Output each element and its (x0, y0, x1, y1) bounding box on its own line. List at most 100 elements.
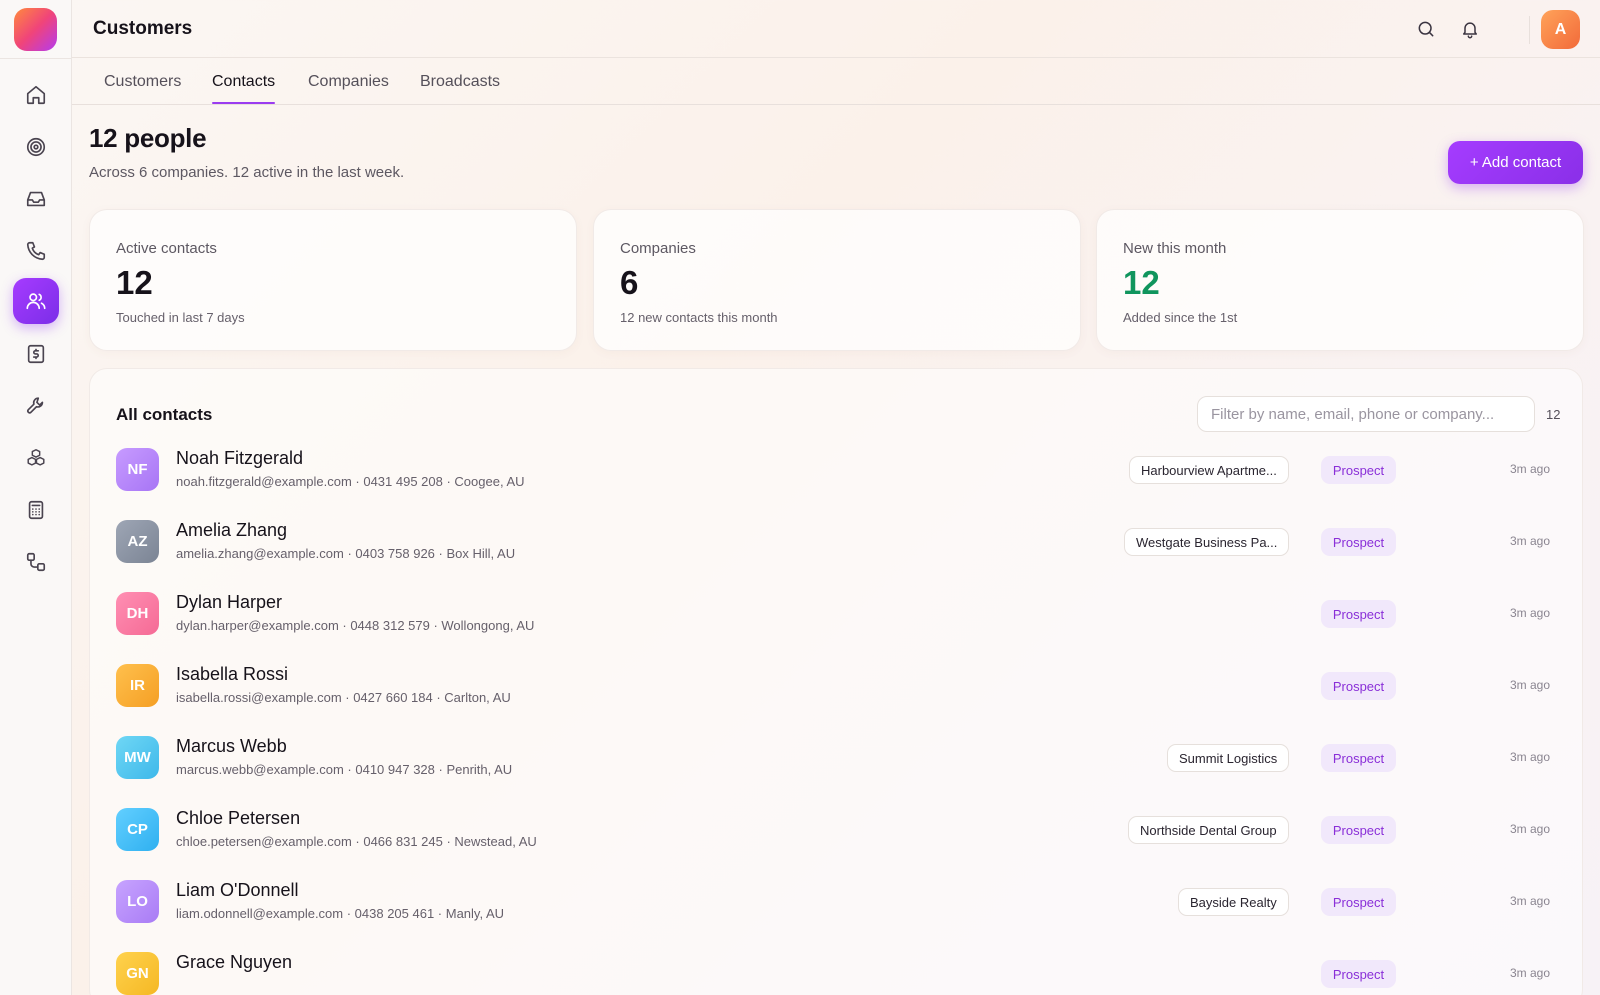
sidebar-divider (0, 58, 72, 59)
bell-icon (1463, 22, 1477, 39)
target-icon (26, 137, 46, 157)
stat-label: Active contacts (116, 240, 217, 257)
contact-row[interactable]: LO Liam O'Donnell liam.odonnell@example.… (90, 866, 1584, 938)
stat-label: Companies (620, 240, 696, 257)
contact-row[interactable]: AZ Amelia Zhang amelia.zhang@example.com… (90, 506, 1584, 578)
search-button[interactable] (1415, 18, 1437, 40)
workflow-icon (26, 552, 46, 572)
company-chip[interactable]: Northside Dental Group (1128, 816, 1289, 844)
tab-companies[interactable]: Companies (308, 73, 389, 104)
stat-value: 12 (116, 264, 153, 301)
contacts-list-card: All contacts 12 NF Noah Fitzgerald noah.… (89, 368, 1583, 995)
sidebar-item-inbox[interactable] (13, 176, 59, 222)
contacts-count: 12 (1546, 407, 1561, 422)
contact-name[interactable]: Dylan Harper (176, 592, 282, 613)
stat-card-new-this-month: New this month 12 Added since the 1st (1096, 209, 1584, 351)
sidebar-item-tools[interactable] (13, 383, 59, 429)
contact-details: liam.odonnell@example.com · 0438 205 461… (176, 906, 505, 921)
last-activity-time: 3m ago (1509, 894, 1550, 908)
stat-note: Touched in last 7 days (116, 310, 245, 325)
home-icon (26, 85, 46, 105)
tab-customers[interactable]: Customers (104, 73, 181, 104)
contact-name[interactable]: Marcus Webb (176, 736, 287, 757)
contact-avatar: CP (116, 808, 159, 851)
notifications-button[interactable] (1459, 18, 1481, 40)
sidebar-item-calls[interactable] (13, 228, 59, 274)
list-title: All contacts (116, 405, 213, 424)
sidebar (0, 0, 72, 995)
calculator-icon (28, 500, 44, 520)
contact-name[interactable]: Noah Fitzgerald (176, 448, 303, 469)
app-logo[interactable] (14, 8, 57, 51)
status-badge: Prospect (1321, 816, 1396, 844)
last-activity-time: 3m ago (1509, 462, 1550, 476)
contact-row[interactable]: GN Grace Nguyen Prospect 3m ago (90, 938, 1584, 995)
company-chip[interactable]: Summit Logistics (1167, 744, 1290, 772)
sidebar-item-contacts[interactable] (13, 278, 59, 324)
status-badge: Prospect (1321, 528, 1396, 556)
contact-details: amelia.zhang@example.com · 0403 758 926 … (176, 546, 516, 561)
tab-contacts[interactable]: Contacts (212, 73, 276, 104)
company-chip[interactable]: Westgate Business Pa... (1124, 528, 1290, 556)
contact-row[interactable]: IR Isabella Rossi isabella.rossi@example… (90, 650, 1584, 722)
status-badge: Prospect (1321, 456, 1396, 484)
status-badge: Prospect (1321, 888, 1396, 916)
stat-label: New this month (1123, 240, 1227, 257)
status-badge: Prospect (1321, 672, 1396, 700)
contact-name[interactable]: Liam O'Donnell (176, 880, 299, 901)
status-badge: Prospect (1321, 600, 1396, 628)
last-activity-time: 3m ago (1509, 534, 1550, 548)
contact-avatar: AZ (116, 520, 159, 563)
contact-avatar: GN (116, 952, 159, 995)
company-chip[interactable]: Bayside Realty (1178, 888, 1289, 916)
invoice-icon (27, 344, 45, 364)
page-headline: 12 people (89, 123, 207, 153)
contact-row[interactable]: MW Marcus Webb marcus.webb@example.com ·… (90, 722, 1584, 794)
last-activity-time: 3m ago (1509, 966, 1550, 980)
contact-details: dylan.harper@example.com · 0448 312 579 … (176, 618, 535, 633)
contact-details: isabella.rossi@example.com · 0427 660 18… (176, 690, 511, 705)
contact-details: marcus.webb@example.com · 0410 947 328 ·… (176, 762, 513, 777)
status-badge: Prospect (1321, 744, 1396, 772)
status-badge: Prospect (1321, 960, 1396, 988)
search-icon (1418, 21, 1434, 37)
contact-avatar: MW (116, 736, 159, 779)
stat-card-active-contacts: Active contacts 12 Touched in last 7 day… (89, 209, 577, 351)
contact-avatar: DH (116, 592, 159, 635)
users-icon (26, 293, 46, 310)
stat-note: Added since the 1st (1123, 310, 1238, 325)
contact-name[interactable]: Isabella Rossi (176, 664, 288, 685)
page-subheading: Across 6 companies. 12 active in the las… (89, 164, 405, 181)
contact-name[interactable]: Amelia Zhang (176, 520, 287, 541)
inbox-icon (26, 191, 46, 207)
contact-name[interactable]: Chloe Petersen (176, 808, 300, 829)
sidebar-item-home[interactable] (13, 72, 59, 118)
tab-broadcasts[interactable]: Broadcasts (420, 73, 500, 104)
contacts-filter-input[interactable] (1197, 396, 1535, 432)
phone-icon (26, 241, 46, 261)
page-title: Customers (93, 18, 193, 39)
contact-details: chloe.petersen@example.com · 0466 831 24… (176, 834, 537, 849)
sidebar-item-inventory[interactable] (13, 435, 59, 481)
stat-value: 12 (1123, 264, 1160, 301)
contact-row[interactable]: CP Chloe Petersen chloe.petersen@example… (90, 794, 1584, 866)
company-chip[interactable]: Harbourview Apartme... (1129, 456, 1289, 484)
sidebar-item-workflows[interactable] (13, 539, 59, 585)
boxes-icon (27, 449, 45, 466)
sidebar-item-calculator[interactable] (13, 487, 59, 533)
last-activity-time: 3m ago (1509, 750, 1550, 764)
stat-value: 6 (620, 264, 639, 301)
contact-name[interactable]: Grace Nguyen (176, 952, 292, 973)
stat-card-companies: Companies 6 12 new contacts this month (593, 209, 1081, 351)
sidebar-item-goals[interactable] (13, 124, 59, 170)
sidebar-item-invoices[interactable] (13, 331, 59, 377)
user-avatar[interactable]: A (1541, 10, 1580, 49)
top-bar-divider (1529, 16, 1530, 44)
contact-row[interactable]: NF Noah Fitzgerald noah.fitzgerald@examp… (90, 434, 1584, 506)
last-activity-time: 3m ago (1509, 678, 1550, 692)
contact-avatar: IR (116, 664, 159, 707)
last-activity-time: 3m ago (1509, 606, 1550, 620)
add-contact-button[interactable]: + Add contact (1448, 141, 1583, 184)
contact-details: noah.fitzgerald@example.com · 0431 495 2… (176, 474, 525, 489)
contact-row[interactable]: DH Dylan Harper dylan.harper@example.com… (90, 578, 1584, 650)
